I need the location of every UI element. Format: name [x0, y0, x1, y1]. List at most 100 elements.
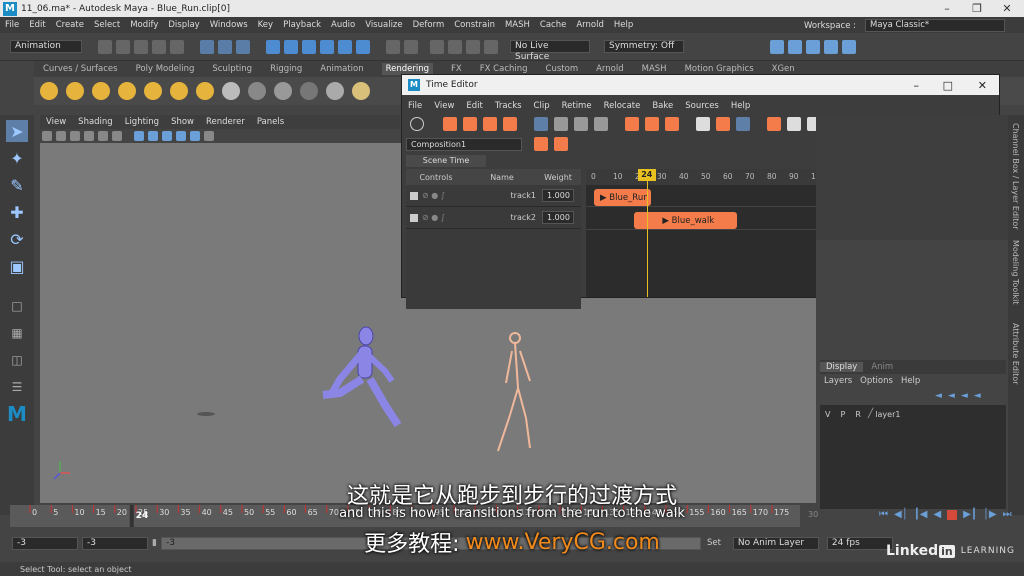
menu-constrain[interactable]: Constrain [454, 20, 495, 30]
crossfade-icon[interactable] [716, 117, 730, 131]
snap-plane-icon[interactable] [320, 39, 334, 54]
te-menu-sources[interactable]: Sources [685, 101, 719, 111]
undo-icon[interactable] [152, 39, 166, 54]
new-composition-icon[interactable] [534, 137, 548, 151]
blinn-sphere-icon[interactable] [222, 82, 240, 100]
snap-point-icon[interactable] [302, 39, 316, 54]
clip-blue-run[interactable]: ▶ Blue_Run [594, 189, 652, 206]
layer-row[interactable]: V P R ╱ layer1 [820, 407, 1006, 421]
toggle-channel-box-icon[interactable] [788, 39, 802, 54]
spot-light-icon[interactable] [118, 82, 136, 100]
shelf-tab-rigging[interactable]: Rigging [270, 64, 302, 74]
layer-color-icon[interactable]: ╱ [868, 409, 873, 419]
construction-history-icon[interactable] [404, 39, 418, 54]
blue-run-character[interactable] [322, 326, 402, 428]
menu-playback[interactable]: Playback [283, 20, 321, 30]
side-tab-channel-box[interactable]: Channel Box / Layer Editor [1011, 123, 1020, 230]
toggle-tool-settings-icon[interactable] [824, 39, 838, 54]
toggle-modeling-toolkit-icon[interactable] [770, 39, 784, 54]
te-menu-help[interactable]: Help [731, 101, 750, 111]
lambert-sphere-icon[interactable] [248, 82, 266, 100]
tab-display[interactable]: Display [820, 362, 864, 372]
add-clip-icon[interactable] [463, 117, 477, 131]
menu-display[interactable]: Display [168, 20, 199, 30]
options-menu[interactable]: Options [860, 376, 893, 386]
relocator-icon[interactable] [787, 117, 801, 131]
toggle-layer-editor-icon[interactable] [842, 39, 856, 54]
help-menu[interactable]: Help [901, 376, 920, 386]
scale-tool-icon[interactable]: ▣ [6, 255, 28, 277]
te-menu-bake[interactable]: Bake [652, 101, 673, 111]
layer-visibility-toggle[interactable]: V [825, 410, 830, 419]
select-hierarchy-icon[interactable] [200, 39, 214, 54]
loop-clip-icon[interactable] [665, 117, 679, 131]
area-light-icon[interactable] [66, 82, 84, 100]
grid-icon[interactable] [84, 131, 94, 141]
toggle-attribute-editor-icon[interactable] [806, 39, 820, 54]
menu-cache[interactable]: Cache [540, 20, 566, 30]
snap-icon[interactable] [554, 117, 568, 131]
te-minimize-button[interactable]: – [914, 79, 920, 92]
menu-audio[interactable]: Audio [331, 20, 355, 30]
move-layer-down-icon[interactable]: ◄ [948, 391, 955, 401]
snap-curve-icon[interactable] [284, 39, 298, 54]
clip-blue-walk[interactable]: ▶ Blue_walk [633, 212, 737, 229]
blend-icon[interactable] [736, 117, 750, 131]
layered-shader-icon[interactable] [326, 82, 344, 100]
track-controls-icons[interactable]: ⊘ ● ∫ [422, 213, 470, 222]
menuset-dropdown[interactable]: Animation [10, 40, 82, 53]
te-menu-retime[interactable]: Retime [562, 101, 592, 111]
menu-mash[interactable]: MASH [505, 20, 530, 30]
four-view-layout-icon[interactable]: ▦ [6, 322, 28, 344]
split-icon[interactable] [574, 117, 588, 131]
menu-file[interactable]: File [5, 20, 19, 30]
shelf-tab-curves-surfaces[interactable]: Curves / Surfaces [43, 64, 118, 74]
lasso-tool-icon[interactable]: ✦ [6, 147, 28, 169]
viewport-menu-panels[interactable]: Panels [257, 117, 284, 127]
workspace-dropdown[interactable]: Maya Classic* [865, 19, 1005, 32]
track-name[interactable]: track1 [470, 191, 542, 200]
move-tool-icon[interactable]: ✚ [6, 201, 28, 223]
resolution-gate-icon[interactable] [112, 131, 122, 141]
shelf-tab-fx-caching[interactable]: FX Caching [480, 64, 528, 74]
te-menu-tracks[interactable]: Tracks [495, 101, 522, 111]
new-empty-layer-icon[interactable]: ◄ [961, 391, 968, 401]
viewport-menu-shading[interactable]: Shading [78, 117, 113, 127]
create-clip-icon[interactable] [483, 117, 497, 131]
shelf-tab-poly-modeling[interactable]: Poly Modeling [136, 64, 195, 74]
track-enable-checkbox[interactable] [410, 213, 418, 222]
symmetry-dropdown[interactable]: Symmetry: Off [604, 40, 684, 53]
scale-clip-icon[interactable] [645, 117, 659, 131]
maximize-button[interactable]: ❐ [962, 0, 992, 17]
outliner-layout-icon[interactable]: ☰ [6, 376, 28, 398]
menu-visualize[interactable]: Visualize [365, 20, 402, 30]
ambient-light-icon[interactable] [196, 82, 214, 100]
directional-light-icon[interactable] [144, 82, 162, 100]
camera-icon[interactable] [40, 82, 58, 100]
shelf-tab-custom[interactable]: Custom [546, 64, 579, 74]
new-scene-icon[interactable] [98, 39, 112, 54]
shelf-tab-fx[interactable]: FX [451, 64, 462, 74]
shelf-tab-mash[interactable]: MASH [642, 64, 667, 74]
render-settings-icon[interactable] [466, 39, 480, 54]
track-controls-icons[interactable]: ⊘ ● ∫ [422, 191, 470, 200]
single-view-layout-icon[interactable]: □ [6, 295, 28, 317]
shadows-icon[interactable] [190, 131, 200, 141]
layer-playback-toggle[interactable]: P [840, 410, 845, 419]
snap-view-icon[interactable] [356, 39, 370, 54]
camera-attributes-icon[interactable] [42, 131, 52, 141]
hold-clip-icon[interactable] [696, 117, 710, 131]
track-row[interactable]: ⊘ ● ∫ track2 1.000 [406, 207, 581, 229]
layer-name[interactable]: layer1 [875, 410, 900, 419]
viewport-menu-view[interactable]: View [46, 117, 66, 127]
menu-create[interactable]: Create [56, 20, 84, 30]
insert-clip-icon[interactable] [503, 117, 517, 131]
paint-select-tool-icon[interactable]: ✎ [6, 174, 28, 196]
snap-surface-icon[interactable] [338, 39, 352, 54]
xray-icon[interactable] [204, 131, 214, 141]
te-close-button[interactable]: ✕ [978, 79, 987, 92]
new-layer-selected-icon[interactable]: ◄ [974, 391, 981, 401]
menu-arnold[interactable]: Arnold [576, 20, 604, 30]
close-button[interactable]: ✕ [992, 0, 1022, 17]
rotate-tool-icon[interactable]: ⟳ [6, 228, 28, 250]
